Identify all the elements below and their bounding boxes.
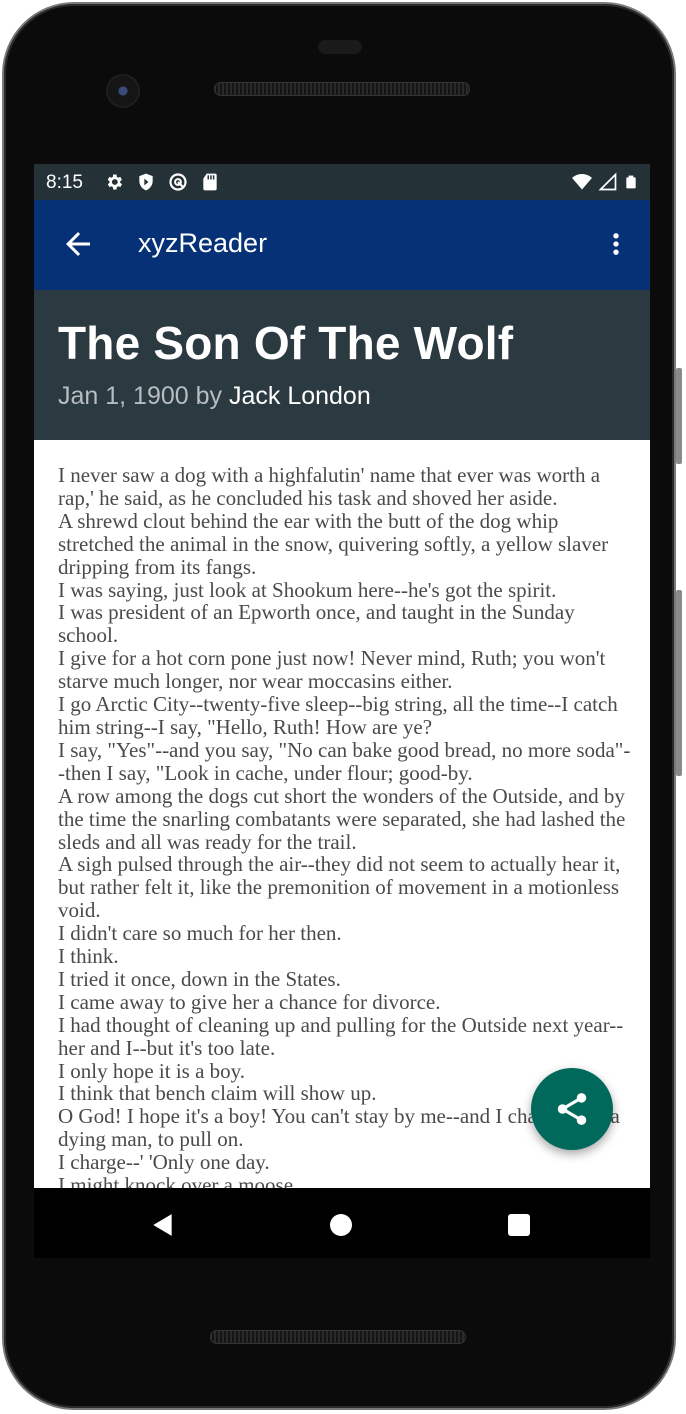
app-title: xyzReader — [138, 228, 268, 258]
recents-square-icon[interactable] — [508, 1214, 530, 1236]
article-author: Jack London — [228, 382, 371, 410]
status-bar: 8:15 — [34, 164, 650, 200]
phone-frame: 8:15 xyzReader The Son Of The Wolf Jan 1… — [4, 4, 674, 1408]
navigation-bar — [34, 1188, 650, 1258]
article-paragraph: A shrewd clout behind the ear with the b… — [58, 508, 609, 579]
article-paragraph: I came away to give her a chance for div… — [58, 989, 441, 1014]
status-notification-icons — [104, 172, 220, 192]
article-paragraph: I had thought of cleaning up and pulling… — [58, 1012, 624, 1060]
earpiece-speaker — [214, 82, 470, 96]
arrow-left-icon[interactable] — [60, 226, 96, 262]
home-circle-icon[interactable] — [330, 1214, 352, 1236]
article-paragraph: I was president of an Epworth once, and … — [58, 600, 575, 648]
article-paragraph: I didn't care so much for her then. — [58, 921, 342, 946]
wifi-icon — [572, 174, 592, 190]
more-vert-icon[interactable] — [602, 226, 630, 262]
status-system-icons — [572, 172, 638, 192]
article-header: The Son Of The Wolf Jan 1, 1900 by Jack … — [34, 290, 650, 440]
share-icon — [557, 1093, 587, 1125]
article-paragraph: I think. — [58, 944, 119, 969]
article-paragraph: I might knock over a moose. — [58, 1173, 299, 1188]
article-date: Jan 1, 1900 — [58, 382, 189, 410]
article-title: The Son Of The Wolf — [58, 317, 514, 369]
volume-button — [676, 590, 682, 776]
article-byline: Jan 1, 1900 by Jack London — [58, 382, 371, 411]
front-camera — [108, 76, 138, 106]
battery-icon — [626, 175, 636, 189]
shield-icon — [139, 173, 153, 191]
byline-by: by — [188, 382, 229, 410]
back-triangle-icon[interactable] — [150, 1212, 176, 1238]
proximity-sensor — [318, 40, 362, 54]
article-paragraph: A row among the dogs cut short the wonde… — [58, 783, 626, 854]
article-paragraph: I say, "Yes"--and you say, "No can bake … — [58, 737, 631, 785]
article-paragraph: I charge--' 'Only one day. — [58, 1150, 270, 1175]
article-paragraph: I never saw a dog with a highfalutin' na… — [58, 463, 601, 510]
power-button — [676, 368, 682, 464]
article-paragraph: I tried it once, down in the States. — [58, 966, 341, 991]
signal-icon — [598, 172, 617, 191]
share-button[interactable] — [531, 1068, 613, 1150]
article-paragraph: I was saying, just look at Shookum here-… — [58, 577, 557, 602]
article-paragraph: A sigh pulsed through the air--they did … — [58, 852, 621, 923]
sd-card-icon — [203, 173, 217, 191]
article-paragraph: I go Arctic City--twenty-five sleep--big… — [58, 692, 618, 739]
gear-icon — [107, 174, 122, 190]
app-bar: xyzReader — [34, 200, 650, 290]
article-paragraph: I give for a hot corn pone just now! Nev… — [58, 646, 606, 694]
status-time: 8:15 — [46, 172, 83, 193]
at-sign-icon — [169, 173, 187, 191]
screen: 8:15 xyzReader The Son Of The Wolf Jan 1… — [34, 164, 650, 1258]
bottom-speaker — [210, 1330, 466, 1344]
